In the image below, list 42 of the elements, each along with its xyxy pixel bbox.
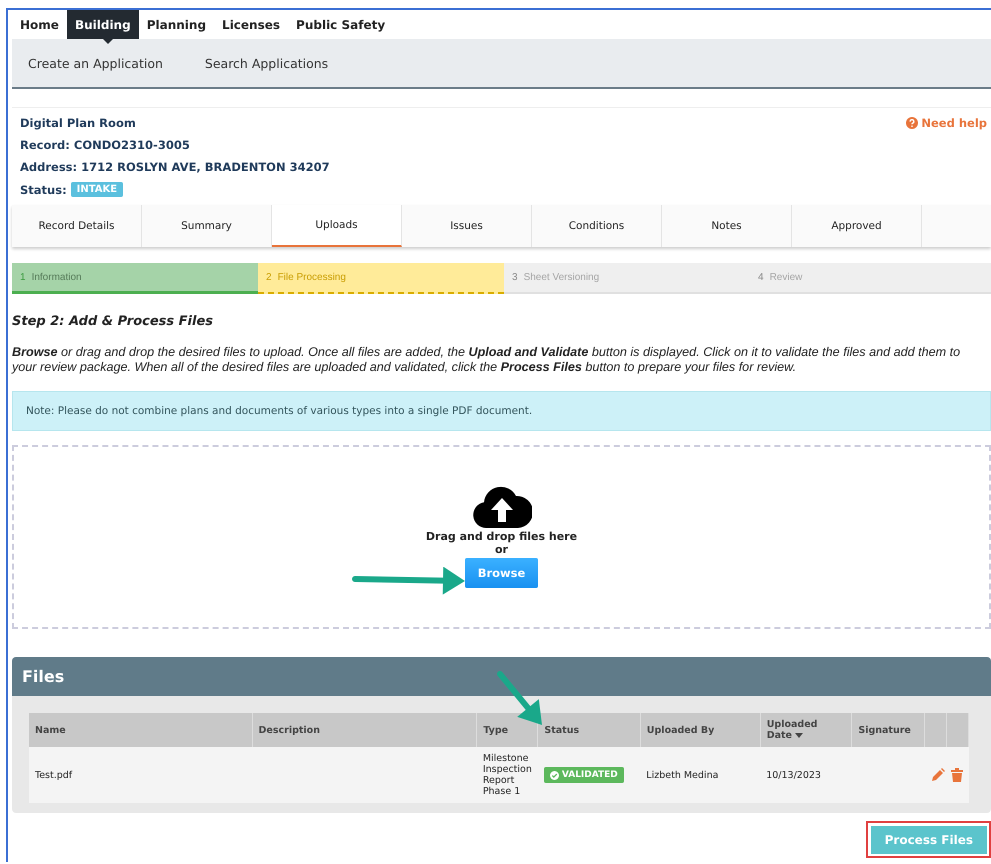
nav-link[interactable]: Search Applications xyxy=(204,56,328,70)
step-heading: Step 2: Add & Process Files xyxy=(12,314,213,329)
table-cell: Test.pdf xyxy=(29,747,252,803)
record-tab[interactable]: Approved xyxy=(792,205,922,247)
note-banner: Note: Please do not combine plans and documents of various types into a single PDF document. xyxy=(12,391,991,431)
column-header: Type xyxy=(476,713,538,747)
instructions-text: Browse or drag and drop the desired files to upload. Once all files are added, the Upload and Validate button is displayed. Click on it to validate the files and add them to your review package. When all of the desired files are uploaded and validated, click the Process Files button to prepare your files for review. xyxy=(12,345,962,375)
column-header: Uploaded By xyxy=(640,713,760,747)
or-text: or xyxy=(495,543,508,556)
dropzone-text: Drag and drop files here xyxy=(426,530,578,543)
progress-step: 3 Sheet Versioning xyxy=(504,263,750,294)
nav-tab[interactable]: Planning xyxy=(138,10,214,39)
nav-tab[interactable]: Public Safety xyxy=(288,10,394,39)
record-number: Record: CONDO2310-3005 xyxy=(20,138,190,152)
table-cell: 10/13/2023 xyxy=(760,747,852,803)
column-header: Signature xyxy=(852,713,924,747)
progress-step: 2 File Processing xyxy=(258,263,504,294)
nav-tab[interactable]: Licenses xyxy=(214,10,288,39)
files-header: Files xyxy=(12,657,991,696)
validated-badge: VALIDATED xyxy=(544,767,624,783)
record-tab[interactable]: Summary xyxy=(142,205,272,247)
record-tab[interactable]: Uploads xyxy=(272,205,402,247)
status-label: Status: xyxy=(20,182,67,196)
column-header: Description xyxy=(252,713,477,747)
record-title: Digital Plan Room xyxy=(20,116,136,130)
status-badge: INTAKE xyxy=(70,182,124,197)
record-tab[interactable]: Record Details xyxy=(12,205,142,247)
column-header: Status xyxy=(538,713,640,747)
table-cell: Milestone Inspection Report Phase 1 xyxy=(476,747,538,803)
progress-step: 1 Information xyxy=(12,263,258,294)
column-header[interactable]: Uploaded Date xyxy=(760,713,852,747)
table-cell: Lizbeth Medina xyxy=(640,747,760,803)
record-tab[interactable]: Issues xyxy=(402,205,532,247)
progress-step: 4 Review xyxy=(750,263,991,294)
nav-tab[interactable]: Building xyxy=(66,10,139,39)
record-tab[interactable]: Conditions xyxy=(532,205,662,247)
dropzone[interactable]: Drag and drop files here or Browse xyxy=(12,445,991,629)
column-header: Name xyxy=(29,713,252,747)
record-address: Address: 1712 ROSLYN AVE, BRADENTON 34207 xyxy=(20,160,330,174)
record-tab[interactable]: Notes xyxy=(662,205,792,247)
nav-link[interactable]: Create an Application xyxy=(28,56,163,70)
nav-tab[interactable]: Home xyxy=(12,10,67,39)
